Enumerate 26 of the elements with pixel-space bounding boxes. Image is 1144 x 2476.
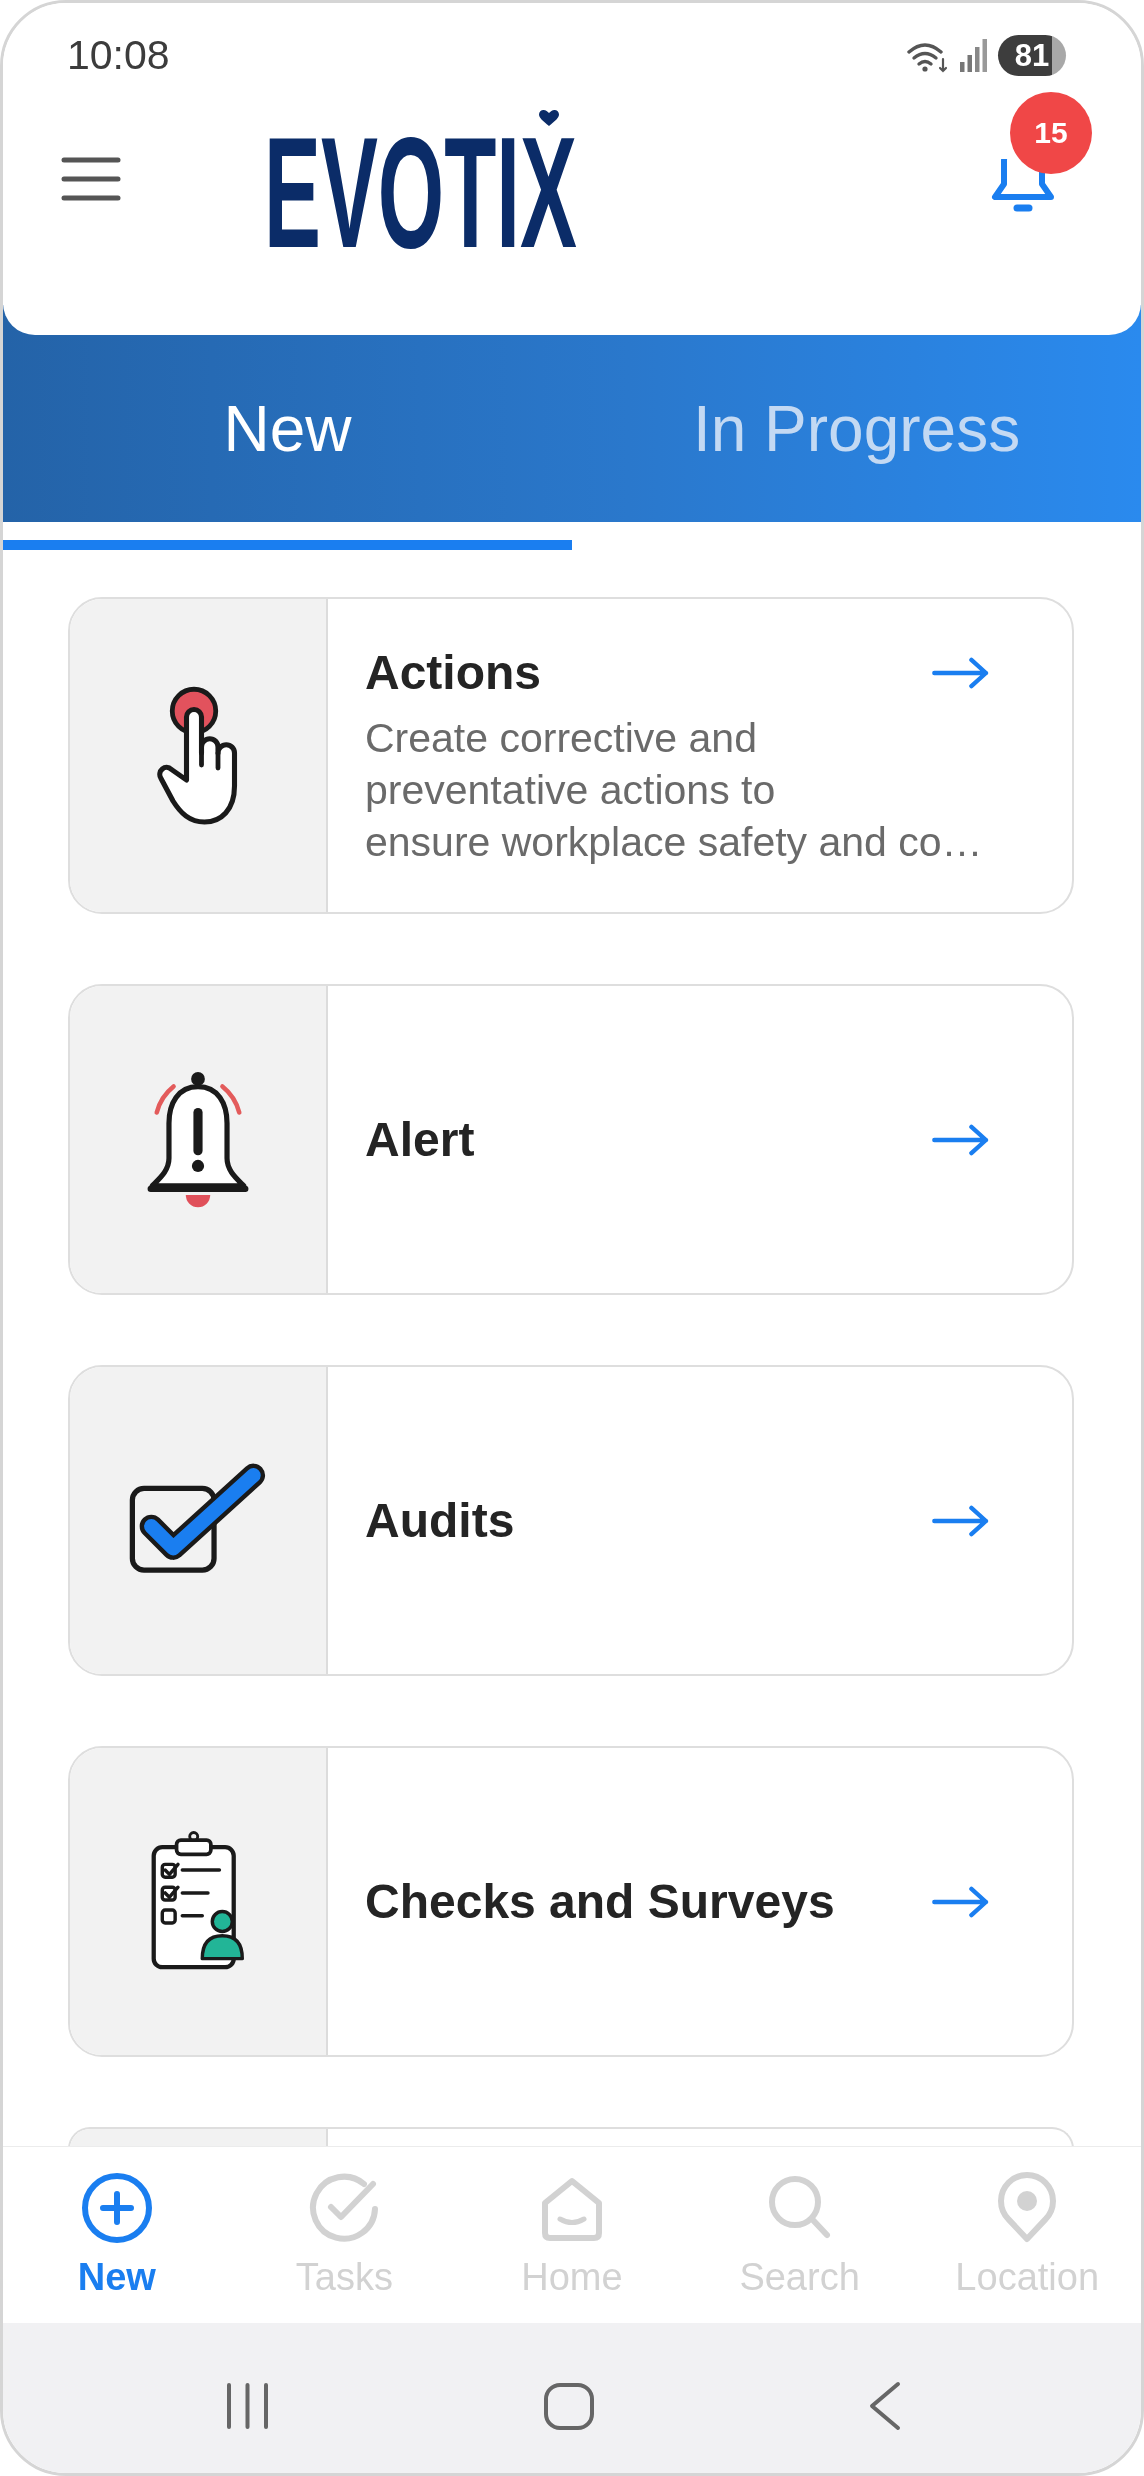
module-card[interactable]: Alert [68, 984, 1074, 1295]
battery-indicator: 81 [998, 35, 1066, 76]
system-home-icon[interactable] [542, 2381, 595, 2431]
arrow-right-icon [932, 657, 989, 689]
module-card[interactable]: Actions Create corrective and preventative actions to ensure workplace safety and co… [68, 597, 1074, 914]
notification-bell-icon[interactable] [990, 159, 1056, 215]
heart-icon [539, 110, 559, 126]
module-title: Actions [365, 645, 541, 701]
module-title: Checks and Surveys [365, 1874, 835, 1930]
arrow-right-icon [932, 1886, 989, 1918]
module-title: Alert [365, 1112, 475, 1168]
module-card[interactable]: Audits [68, 1365, 1074, 1676]
menu-icon[interactable] [61, 157, 121, 201]
tab[interactable]: New [3, 335, 572, 522]
arrow-right-icon [932, 1124, 989, 1156]
add-icon [79, 2171, 154, 2245]
tab[interactable]: In Progress [572, 335, 1141, 522]
status-time: 10:08 [67, 35, 170, 76]
module-description: Create corrective and preventative actions to ensure workplace safety and co… [365, 714, 983, 867]
nav-tab[interactable]: New [3, 2147, 231, 2323]
signal-icon [959, 38, 988, 73]
notification-badge: 15 [1010, 92, 1092, 174]
arrow-right-icon [932, 1505, 989, 1537]
module-title: Audits [365, 1493, 515, 1549]
logo-wordmark: EVOTIX [264, 133, 577, 252]
module-card[interactable]: Checks and Surveys [68, 1746, 1074, 2057]
